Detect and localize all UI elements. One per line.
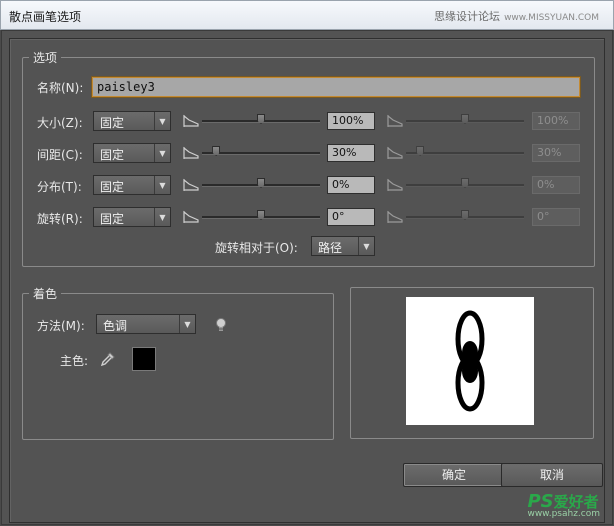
slider-variation-icon xyxy=(387,114,403,128)
window-title: 散点画笔选项 xyxy=(9,10,82,24)
chevron-down-icon: ▼ xyxy=(154,208,170,226)
spacing-label: 间距(C): xyxy=(37,148,83,162)
rotation-label: 旋转(R): xyxy=(37,212,83,226)
method-label: 方法(M): xyxy=(37,319,85,333)
rotation-value2-field: 0° xyxy=(532,208,580,226)
rotate-relative-select[interactable]: 路径 ▼ xyxy=(311,236,375,256)
coloring-legend: 着色 xyxy=(33,287,58,301)
lightbulb-icon[interactable] xyxy=(214,317,228,333)
chevron-down-icon: ▼ xyxy=(154,112,170,130)
key-color-label: 主色: xyxy=(60,354,89,368)
ok-button[interactable]: 确定 xyxy=(403,463,505,487)
brush-preview xyxy=(406,297,534,425)
size-mode-value: 固定 xyxy=(100,116,125,130)
rotate-relative-label: 旋转相对于(O): xyxy=(215,241,298,255)
watermark: 思缘设计论坛 www.MISSYUAN.COM xyxy=(434,8,599,24)
spacing-mode-select[interactable]: 固定 ▼ xyxy=(93,143,171,163)
name-label: 名称(N): xyxy=(37,81,84,95)
spacing-value2-field: 30% xyxy=(532,144,580,162)
slider-variation-icon xyxy=(183,146,199,160)
slider-variation-icon xyxy=(387,146,403,160)
rotate-relative-value: 路径 xyxy=(318,241,343,255)
title-bar: 散点画笔选项 思缘设计论坛 www.MISSYUAN.COM xyxy=(0,0,614,30)
slider-variation-icon xyxy=(387,178,403,192)
scatter-mode-value: 固定 xyxy=(100,180,125,194)
size-label: 大小(Z): xyxy=(37,116,83,130)
scatter-value-field[interactable]: 0% xyxy=(327,176,375,194)
watermark-url: www.MISSYUAN.COM xyxy=(504,13,599,23)
spacing-mode-value: 固定 xyxy=(100,148,125,162)
slider-variation-icon xyxy=(183,178,199,192)
size-value2-field: 100% xyxy=(532,112,580,130)
scatter-brush-options-dialog: 选项 名称(N): paisley3 大小(Z): 固定 ▼ 100% 100%… xyxy=(1,30,613,525)
rotation-mode-value: 固定 xyxy=(100,212,125,226)
paisley-preview-graphic xyxy=(455,310,485,412)
slider-variation-icon xyxy=(387,210,403,224)
cancel-button[interactable]: 取消 xyxy=(501,463,603,487)
chevron-down-icon: ▼ xyxy=(154,176,170,194)
site-logo: PS爱好者 www.psahz.com xyxy=(527,491,600,519)
size-value-field[interactable]: 100% xyxy=(327,112,375,130)
size-mode-select[interactable]: 固定 ▼ xyxy=(93,111,171,131)
rotation-mode-select[interactable]: 固定 ▼ xyxy=(93,207,171,227)
scatter-mode-select[interactable]: 固定 ▼ xyxy=(93,175,171,195)
chevron-down-icon: ▼ xyxy=(179,315,195,333)
eyedropper-icon[interactable] xyxy=(100,351,116,367)
method-value: 色调 xyxy=(103,319,128,333)
scatter-value2-field: 0% xyxy=(532,176,580,194)
key-color-swatch[interactable] xyxy=(132,347,156,371)
options-legend: 选项 xyxy=(33,51,58,65)
slider-variation-icon xyxy=(183,210,199,224)
watermark-text: 思缘设计论坛 xyxy=(434,10,501,23)
spacing-value-field[interactable]: 30% xyxy=(327,144,375,162)
chevron-down-icon: ▼ xyxy=(154,144,170,162)
rotation-value-field[interactable]: 0° xyxy=(327,208,375,226)
slider-variation-icon xyxy=(183,114,199,128)
chevron-down-icon: ▼ xyxy=(358,237,374,255)
scatter-label: 分布(T): xyxy=(37,180,82,194)
method-select[interactable]: 色调 ▼ xyxy=(96,314,196,334)
logo-url: www.psahz.com xyxy=(527,509,600,519)
preview-panel xyxy=(350,287,594,439)
name-field[interactable]: paisley3 xyxy=(92,77,580,97)
